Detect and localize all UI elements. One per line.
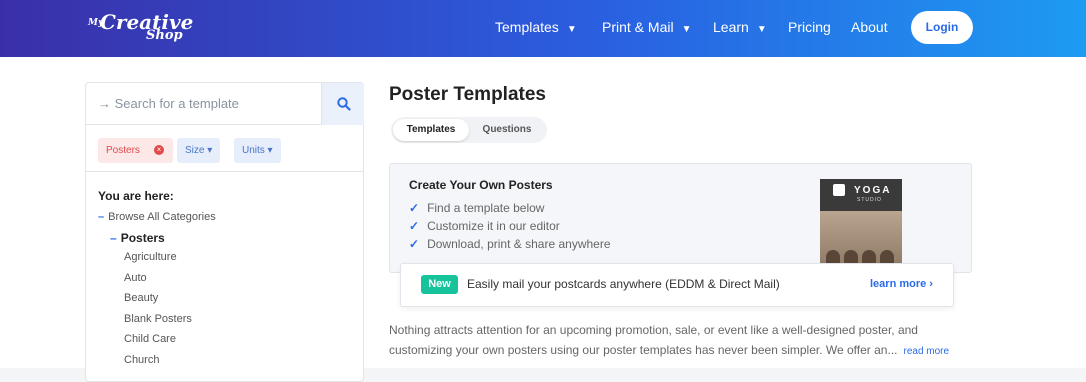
new-badge: New bbox=[421, 275, 458, 294]
feature-item: ✓ Customize it in our editor bbox=[409, 219, 560, 233]
nav-templates-label: Templates bbox=[495, 19, 559, 35]
filter-bar: Posters × Size ▾ Units ▾ bbox=[86, 125, 363, 172]
nav-print-mail-label: Print & Mail bbox=[602, 19, 674, 35]
category-link[interactable]: Auto bbox=[124, 272, 147, 284]
breadcrumb-heading: You are here: bbox=[98, 189, 174, 203]
feature-item: ✓ Download, print & share anywhere bbox=[409, 237, 611, 251]
tab-questions[interactable]: Questions bbox=[475, 117, 539, 143]
promo-heading: Create Your Own Posters bbox=[409, 178, 553, 192]
banner-message: Easily mail your postcards anywhere (EDD… bbox=[467, 277, 780, 291]
feature-text: Download, print & share anywhere bbox=[427, 237, 611, 251]
page-description: Nothing attracts attention for an upcomi… bbox=[389, 320, 979, 362]
category-link[interactable]: Agriculture bbox=[124, 251, 177, 263]
search-placeholder: → Search for a template bbox=[98, 96, 239, 111]
filter-size-dropdown[interactable]: Size ▾ bbox=[177, 138, 221, 163]
sidebar: → Search for a template Posters × Size ▾… bbox=[85, 82, 364, 382]
check-icon: ✓ bbox=[409, 201, 420, 215]
feature-item: ✓ Find a template below bbox=[409, 201, 544, 215]
learn-more-link[interactable]: learn more › bbox=[870, 278, 933, 290]
filter-chip-posters[interactable]: Posters × bbox=[98, 138, 173, 163]
mail-banner: New Easily mail your postcards anywhere … bbox=[400, 263, 954, 307]
feature-text: Find a template below bbox=[427, 201, 545, 215]
chevron-down-icon: ▼ bbox=[681, 24, 692, 35]
login-button[interactable]: Login bbox=[911, 11, 973, 44]
chevron-down-icon: ▼ bbox=[566, 24, 577, 35]
filter-units-dropdown[interactable]: Units ▾ bbox=[234, 138, 281, 163]
nav-learn-label: Learn bbox=[713, 19, 749, 35]
nav-about[interactable]: About bbox=[851, 0, 888, 57]
yoga-logo-icon bbox=[833, 184, 845, 196]
nav-learn[interactable]: Learn ▼ bbox=[713, 0, 767, 57]
check-icon: ✓ bbox=[409, 237, 420, 251]
category-link[interactable]: Beauty bbox=[124, 292, 158, 304]
category-link[interactable]: Child Care bbox=[124, 333, 176, 345]
read-more-link[interactable]: read more bbox=[903, 346, 949, 357]
yoga-poster-image: YOGA STUDIO bbox=[820, 179, 902, 274]
logo-shop: Shop bbox=[146, 28, 183, 43]
promo-card: Create Your Own Posters ✓ Find a template… bbox=[389, 163, 972, 274]
category-link[interactable]: Blank Posters bbox=[124, 313, 192, 325]
content-tabs: Templates Questions bbox=[391, 117, 547, 143]
feature-text: Customize it in our editor bbox=[427, 219, 560, 233]
search-icon bbox=[337, 97, 351, 111]
current-category: – Posters bbox=[110, 231, 165, 245]
browse-all-link[interactable]: – Browse All Categories bbox=[98, 211, 216, 223]
chevron-down-icon: ▼ bbox=[756, 24, 767, 35]
description-text: Nothing attracts attention for an upcomi… bbox=[389, 323, 918, 357]
nav-templates[interactable]: Templates ▼ bbox=[495, 0, 577, 57]
page-title: Poster Templates bbox=[389, 84, 546, 105]
nav-pricing[interactable]: Pricing bbox=[788, 0, 831, 57]
tab-templates[interactable]: Templates bbox=[393, 119, 469, 141]
browse-all-label: Browse All Categories bbox=[108, 211, 216, 223]
poster-subtitle: STUDIO bbox=[857, 197, 882, 203]
category-link[interactable]: Church bbox=[124, 354, 159, 366]
current-category-label: Posters bbox=[120, 231, 165, 245]
search-input[interactable]: → Search for a template bbox=[86, 83, 321, 125]
poster-title: YOGA bbox=[854, 185, 892, 196]
remove-icon[interactable]: × bbox=[154, 145, 164, 155]
filter-posters-label: Posters bbox=[106, 145, 140, 156]
check-icon: ✓ bbox=[409, 219, 420, 233]
search-button[interactable] bbox=[321, 83, 364, 125]
header: My Creative Shop Templates ▼ Print & Mail… bbox=[0, 0, 1086, 57]
nav-print-mail[interactable]: Print & Mail ▼ bbox=[602, 0, 691, 57]
